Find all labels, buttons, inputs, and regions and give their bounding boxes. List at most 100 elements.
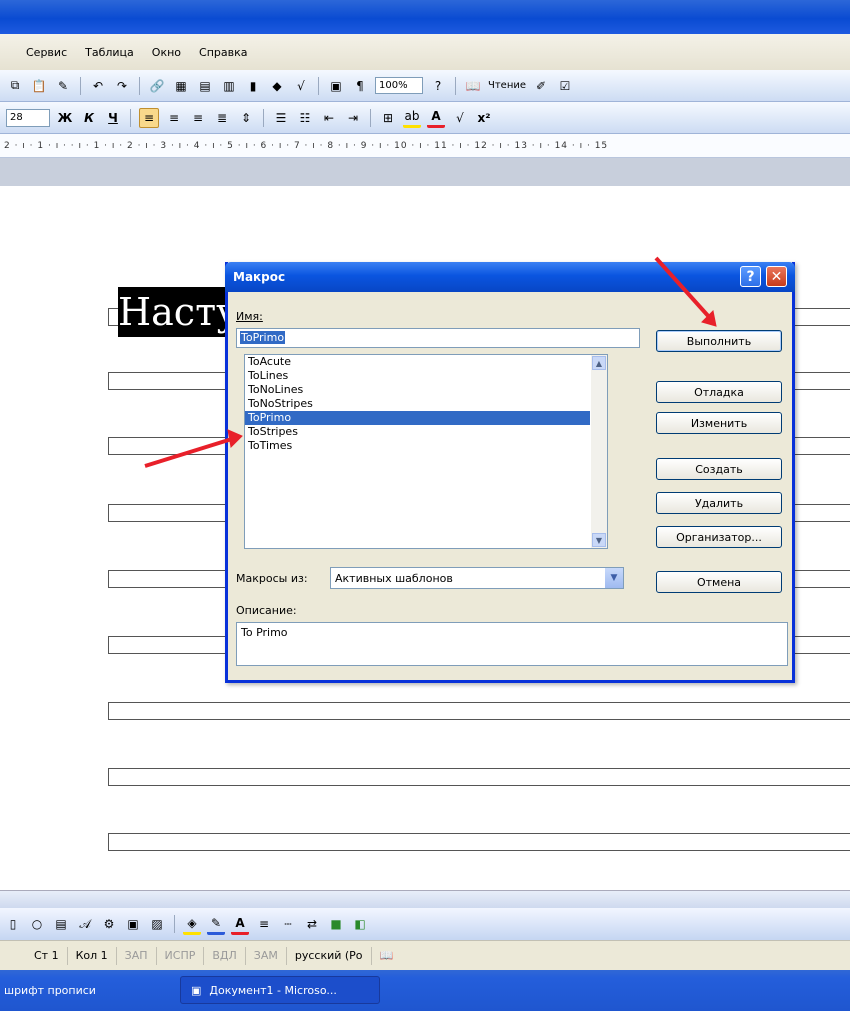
equation-icon[interactable]: √: [292, 77, 310, 95]
delete-button[interactable]: Удалить: [656, 492, 782, 514]
cancel-button[interactable]: Отмена: [656, 571, 782, 593]
help-icon[interactable]: ?: [429, 77, 447, 95]
horizontal-ruler: 2 · ı · 1 · ı · · ı · 1 · ı · 2 · ı · 3 …: [0, 134, 850, 158]
macro-list-item[interactable]: ToAcute: [245, 355, 590, 369]
status-page: Ст 1: [34, 949, 59, 962]
textbox-icon[interactable]: ▤: [52, 915, 70, 933]
taskbar-item-document[interactable]: ▣ Документ1 - Microso...: [180, 976, 380, 1004]
taskbar-item-font[interactable]: шрифт прописи: [4, 984, 96, 997]
spelling-icon[interactable]: 📖: [370, 946, 402, 965]
equation-icon[interactable]: √: [451, 109, 469, 127]
font-color-icon[interactable]: A: [427, 107, 445, 128]
menu-window[interactable]: Окно: [152, 46, 181, 59]
paste-icon[interactable]: 📋: [30, 77, 48, 95]
chevron-down-icon[interactable]: ▼: [605, 568, 623, 588]
picture-icon[interactable]: ▨: [148, 915, 166, 933]
oval-icon[interactable]: ○: [28, 915, 46, 933]
macro-list-item[interactable]: ToPrimo: [245, 411, 590, 425]
show-formatting-icon[interactable]: ¶: [351, 77, 369, 95]
italic-button[interactable]: К: [80, 109, 98, 127]
toolbar-separator: [455, 76, 456, 95]
align-center-icon[interactable]: ≡: [165, 109, 183, 127]
help-icon[interactable]: ?: [740, 266, 761, 287]
superscript-icon[interactable]: x²: [475, 109, 493, 127]
line-color-icon[interactable]: ✎: [207, 914, 225, 935]
menu-table[interactable]: Таблица: [85, 46, 134, 59]
dash-style-icon[interactable]: ┄: [279, 915, 297, 933]
close-icon[interactable]: ✕: [766, 266, 787, 287]
borders-icon[interactable]: ⊞: [379, 109, 397, 127]
toolbar-separator: [263, 108, 264, 127]
clipart-icon[interactable]: ▣: [124, 915, 142, 933]
list-scrollbar[interactable]: ▲ ▼: [591, 355, 607, 548]
macro-list-item[interactable]: ToStripes: [245, 425, 590, 439]
organizer-button[interactable]: Организатор...: [656, 526, 782, 548]
insert-excel-icon[interactable]: ▥: [220, 77, 238, 95]
rectangle-icon[interactable]: ▯: [4, 915, 22, 933]
fill-color-icon[interactable]: ◈: [183, 914, 201, 935]
decrease-indent-icon[interactable]: ⇤: [320, 109, 338, 127]
checkbox-icon[interactable]: ☑: [556, 77, 574, 95]
horizontal-scrollbar[interactable]: [0, 890, 850, 909]
status-record[interactable]: ЗАП: [115, 946, 156, 965]
shadow-icon[interactable]: ■: [327, 915, 345, 933]
line-spacing-icon[interactable]: ⇕: [237, 109, 255, 127]
macro-list-item[interactable]: ToNoLines: [245, 383, 590, 397]
3d-icon[interactable]: ◧: [351, 915, 369, 933]
menu-service[interactable]: Сервис: [26, 46, 67, 59]
toolbar-separator: [370, 108, 371, 127]
edit-button[interactable]: Изменить: [656, 412, 782, 434]
align-right-icon[interactable]: ≡: [189, 109, 207, 127]
menu-bar: Сервис Таблица Окно Справка: [0, 34, 850, 70]
zoom-select[interactable]: 100%: [375, 77, 423, 94]
macros-from-value: Активных шаблонов: [335, 571, 453, 585]
macro-list-item[interactable]: ToLines: [245, 369, 590, 383]
font-size-select[interactable]: 28: [6, 108, 50, 127]
bold-button[interactable]: Ж: [56, 109, 74, 127]
redo-icon[interactable]: ↷: [113, 77, 131, 95]
edit-icon[interactable]: ✐: [532, 77, 550, 95]
text-line-box: [108, 833, 850, 851]
document-map-icon[interactable]: ▣: [327, 77, 345, 95]
bullets-icon[interactable]: ☷: [296, 109, 314, 127]
status-track-changes[interactable]: ИСПР: [155, 946, 204, 965]
insert-table-icon[interactable]: ▤: [196, 77, 214, 95]
macro-list-item[interactable]: ToNoStripes: [245, 397, 590, 411]
text-line-box: [108, 702, 850, 720]
diagram-icon[interactable]: ⚙: [100, 915, 118, 933]
justify-icon[interactable]: ≣: [213, 109, 231, 127]
description-value: To Primo: [241, 626, 288, 639]
numbering-icon[interactable]: ☰: [272, 109, 290, 127]
increase-indent-icon[interactable]: ⇥: [344, 109, 362, 127]
scroll-down-icon[interactable]: ▼: [592, 533, 606, 547]
read-mode-button[interactable]: Чтение: [488, 80, 526, 91]
status-extend[interactable]: ВДЛ: [203, 946, 244, 965]
align-left-icon[interactable]: ≡: [139, 107, 159, 128]
macro-list-item[interactable]: ToTimes: [245, 439, 590, 453]
macro-name-input[interactable]: ToPrimo: [236, 328, 640, 348]
underline-button[interactable]: Ч: [104, 109, 122, 127]
word-icon: ▣: [191, 983, 202, 997]
text-line-box: [108, 768, 850, 786]
format-painter-icon[interactable]: ✎: [54, 77, 72, 95]
copy-icon[interactable]: ⧉: [6, 77, 24, 95]
run-button[interactable]: Выполнить: [656, 330, 782, 352]
font-color-icon[interactable]: A: [231, 914, 249, 935]
debug-button[interactable]: Отладка: [656, 381, 782, 403]
columns-icon[interactable]: ▮: [244, 77, 262, 95]
menu-help[interactable]: Справка: [199, 46, 247, 59]
status-overtype[interactable]: ЗАМ: [244, 946, 286, 965]
wordart-icon[interactable]: 𝒜: [76, 915, 94, 933]
hyperlink-icon[interactable]: 🔗: [148, 77, 166, 95]
taskbar-task-label: Документ1 - Microso...: [209, 983, 337, 997]
macros-from-select[interactable]: Активных шаблонов ▼: [330, 567, 624, 589]
highlight-icon[interactable]: ab: [403, 107, 421, 128]
line-style-icon[interactable]: ≡: [255, 915, 273, 933]
scroll-up-icon[interactable]: ▲: [592, 356, 606, 370]
undo-icon[interactable]: ↶: [89, 77, 107, 95]
drawing-icon[interactable]: ◆: [268, 77, 286, 95]
tables-borders-icon[interactable]: ▦: [172, 77, 190, 95]
arrow-style-icon[interactable]: ⇄: [303, 915, 321, 933]
macro-list[interactable]: ToAcute ToLines ToNoLines ToNoStripes ToPrim…: [244, 354, 608, 549]
create-button[interactable]: Создать: [656, 458, 782, 480]
